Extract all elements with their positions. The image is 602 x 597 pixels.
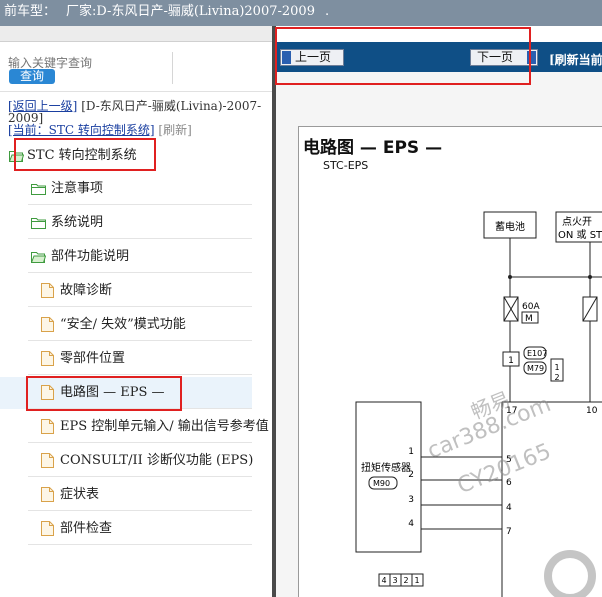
sensor-pin: 2 [408, 470, 414, 480]
current-link[interactable]: [当前：STC 转向控制系统] [8, 123, 155, 137]
tree-divider [28, 340, 252, 341]
document-icon [41, 385, 54, 400]
fuse-rating: 60A [522, 302, 540, 312]
tree-divider [28, 442, 252, 443]
watermark-logo [544, 550, 596, 597]
tree-divider [28, 408, 252, 409]
tree-divider [28, 374, 252, 375]
folder-icon [31, 218, 46, 229]
tree-node-diagnosis[interactable]: 故障诊断 [0, 275, 252, 307]
tree-divider [28, 272, 252, 273]
tree-node-circuit-diagram[interactable]: 电路图 — EPS — [0, 377, 252, 409]
tree-node-label: 症状表 [60, 487, 100, 502]
document-icon [41, 317, 54, 332]
sensor-pin: 4 [408, 519, 414, 529]
document-icon [41, 487, 54, 502]
tree-node-label: EPS 控制单元输入/ 输出信号参考值 [60, 419, 269, 434]
breadcrumb: [返回上一级] [D-东风日产-骊威(Livina)-2007-2009] [当… [8, 100, 268, 136]
tree-node-parts-check[interactable]: 部件检查 [0, 513, 252, 545]
next-page-button[interactable]: 下一页 [470, 49, 538, 66]
tree-node-notes[interactable]: 注意事项 [0, 173, 252, 205]
junction-dot [508, 275, 512, 279]
search-divider [172, 52, 173, 84]
bottom-connector-pin: 2 [403, 576, 408, 585]
document-icon [41, 419, 54, 434]
refresh-current-link[interactable]: [刷新当前] [549, 51, 602, 68]
tree-node-label: 部件检查 [60, 521, 113, 536]
tree-divider [28, 306, 252, 307]
sensor-connector: M90 [373, 479, 390, 488]
sensor-pin: 1 [408, 447, 414, 457]
ignition-label-2: ON 或 ST [558, 229, 602, 241]
bottom-connector-pin: 3 [392, 576, 397, 585]
prev-page-button[interactable]: 上一页 [280, 49, 344, 66]
tree-node-label: 电路图 — EPS — [60, 385, 165, 400]
search-button[interactable]: 查询 [9, 69, 55, 84]
tree-divider [28, 238, 252, 239]
document-icon [41, 521, 54, 536]
bottom-connector-pin: 1 [414, 576, 419, 585]
document-icon [41, 453, 54, 468]
torque-sensor-label: 扭矩传感器 [361, 461, 411, 474]
folder-icon [31, 184, 46, 195]
connector-block-pin: 2 [554, 373, 559, 382]
arrow-right-icon [527, 51, 536, 64]
document-icon [41, 283, 54, 298]
tree-node-symptoms[interactable]: 症状表 [0, 479, 252, 511]
tree-node-label: “安全/ 失效”模式功能 [60, 317, 186, 332]
bottom-connector-pin: 4 [381, 576, 386, 585]
tree-node-label: CONSULT/II 诊断仪功能 (EPS) [60, 453, 254, 468]
connector-block-pin: 1 [554, 363, 559, 372]
tree-divider [28, 476, 252, 477]
vehicle-model-label: 前车型： [4, 4, 57, 19]
tree-node-parts-location[interactable]: 零部件位置 [0, 343, 252, 375]
diagram-page: 电路图 — EPS — STC-EPS 蓄电池 点火开 ON 或 ST 60A … [298, 126, 602, 597]
ecu-pin: 4 [506, 503, 512, 513]
tree-node-root[interactable]: STC 转向控制系统 [0, 140, 252, 172]
tree-divider [28, 510, 252, 511]
content-panel: 上一页 下一页 [刷新当前] 电路图 — EPS — STC-EPS 蓄电池 点… [276, 26, 602, 597]
tree-node-component-func[interactable]: 部件功能说明 [0, 241, 252, 273]
vehicle-model-tail: . [324, 4, 330, 19]
document-icon [41, 351, 54, 366]
junction-dot [588, 275, 592, 279]
circuit-diagram: 蓄电池 点火开 ON 或 ST 60A M 1 E107 M79 1 2 17 … [355, 211, 602, 597]
folder-open-icon [9, 151, 24, 162]
tree-node-label: 部件功能说明 [51, 249, 130, 264]
tree-node-label: 故障诊断 [60, 283, 113, 298]
connector-pin: 1 [508, 356, 514, 366]
tree-divider [28, 204, 252, 205]
fuse-letter: M [525, 314, 533, 324]
tree-divider [28, 544, 252, 545]
tree-node-consult[interactable]: CONSULT/II 诊断仪功能 (EPS) [0, 445, 254, 477]
tree-node-failsafe[interactable]: “安全/ 失效”模式功能 [0, 309, 252, 341]
sensor-pin: 3 [408, 495, 414, 505]
tree-node-label: 系统说明 [51, 215, 104, 230]
search-area: 查询 [0, 42, 274, 92]
folder-open-icon [31, 252, 46, 263]
tree-node-io-signals[interactable]: EPS 控制单元输入/ 输出信号参考值 [0, 411, 269, 443]
battery-label: 蓄电池 [495, 220, 525, 233]
tree-node-label: 注意事项 [51, 181, 104, 196]
arrow-left-icon [282, 51, 291, 64]
tree-node-label: STC 转向控制系统 [27, 148, 137, 163]
page-nav-bar: 上一页 下一页 [刷新当前] [276, 42, 602, 72]
ecu-pin: 7 [506, 527, 512, 537]
refresh-link[interactable]: [刷新] [158, 123, 191, 137]
tree-node-system-desc[interactable]: 系统说明 [0, 207, 252, 239]
left-panel: 查询 [返回上一级] [D-东风日产-骊威(Livina)-2007-2009]… [0, 42, 274, 597]
vehicle-model-bar: 前车型： 厂家:D-东风日产-骊威(Livina)2007-2009. [0, 0, 602, 26]
tree-node-label: 零部件位置 [60, 351, 126, 366]
vehicle-model-value: 厂家:D-东风日产-骊威(Livina)2007-2009 [66, 4, 315, 19]
ecu-pin-10: 10 [586, 406, 598, 416]
ignition-label: 点火开 [562, 216, 592, 228]
connector-e107: E107 [527, 349, 547, 358]
connector-m79: M79 [527, 364, 544, 373]
